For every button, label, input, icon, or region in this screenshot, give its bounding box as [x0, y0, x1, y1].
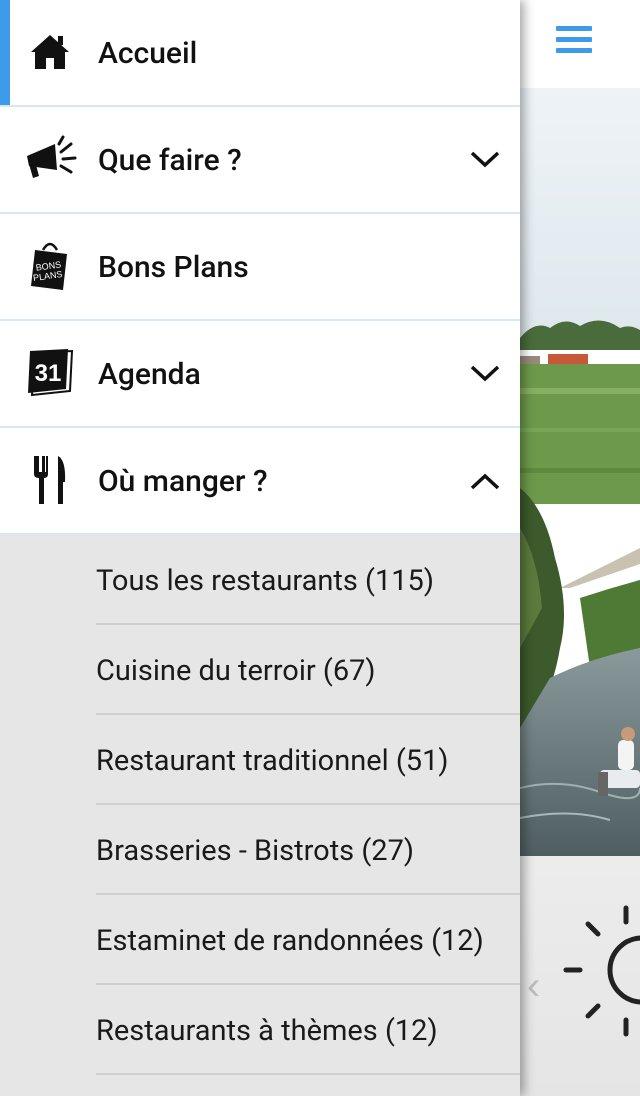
submenu-item-label: Cuisine du terroir (67): [96, 654, 376, 688]
submenu-item-label: Brasseries - Bistrots (27): [96, 834, 414, 868]
nav-item-accueil[interactable]: Accueil: [0, 0, 520, 107]
chevron-down-icon[interactable]: [468, 357, 502, 391]
nav-item-que-faire[interactable]: Que faire ?: [0, 107, 520, 214]
submenu-item-cuisine-du-terroir[interactable]: Cuisine du terroir (67): [96, 625, 520, 715]
calendar-icon: 31: [22, 345, 78, 401]
nav-label-agenda: Agenda: [98, 357, 201, 392]
nav-item-agenda[interactable]: 31 Agenda: [0, 321, 520, 428]
hamburger-menu-icon[interactable]: [556, 26, 592, 58]
submenu-item-tous-les-restaurants[interactable]: Tous les restaurants (115): [96, 535, 520, 625]
nav-item-bons-plans[interactable]: BONS PLANS Bons Plans: [0, 214, 520, 321]
chevron-left-icon[interactable]: ‹: [527, 966, 551, 1006]
cutlery-icon: [22, 452, 78, 508]
calendar-day-text: 31: [35, 360, 62, 387]
submenu-item-label: Estaminet de randonnées (12): [96, 924, 484, 958]
nav-label-ou-manger: Où manger ?: [98, 464, 268, 499]
submenu-item-label: Restaurant traditionnel (51): [96, 744, 449, 778]
nav-label-accueil: Accueil: [98, 36, 198, 71]
submenu-item-restaurant-traditionnel[interactable]: Restaurant traditionnel (51): [96, 715, 520, 805]
hero-photo: [520, 88, 640, 856]
megaphone-icon: [22, 131, 78, 187]
submenu-item-label: Restaurants à thèmes (12): [96, 1014, 438, 1048]
sun-icon: [563, 905, 640, 1037]
submenu-item-label: Tous les restaurants (115): [96, 564, 434, 598]
ou-manger-submenu: Tous les restaurants (115) Cuisine du te…: [0, 535, 520, 1075]
home-icon: [22, 24, 78, 80]
submenu-item-restaurants-a-themes[interactable]: Restaurants à thèmes (12): [96, 985, 520, 1075]
chevron-down-icon[interactable]: [468, 143, 502, 177]
nav-label-bons-plans: Bons Plans: [98, 250, 249, 285]
submenu-item-estaminet-de-randonnees[interactable]: Estaminet de randonnées (12): [96, 895, 520, 985]
submenu-item-brasseries-bistrots[interactable]: Brasseries - Bistrots (27): [96, 805, 520, 895]
navigation-drawer: Accueil Que faire ? BONS PLANS Bons Plan…: [0, 0, 520, 1096]
nav-label-que-faire: Que faire ?: [98, 143, 242, 178]
bons-plans-bag-icon: BONS PLANS: [22, 238, 78, 294]
chevron-up-icon[interactable]: [468, 464, 502, 498]
nav-item-ou-manger[interactable]: Où manger ?: [0, 428, 520, 535]
